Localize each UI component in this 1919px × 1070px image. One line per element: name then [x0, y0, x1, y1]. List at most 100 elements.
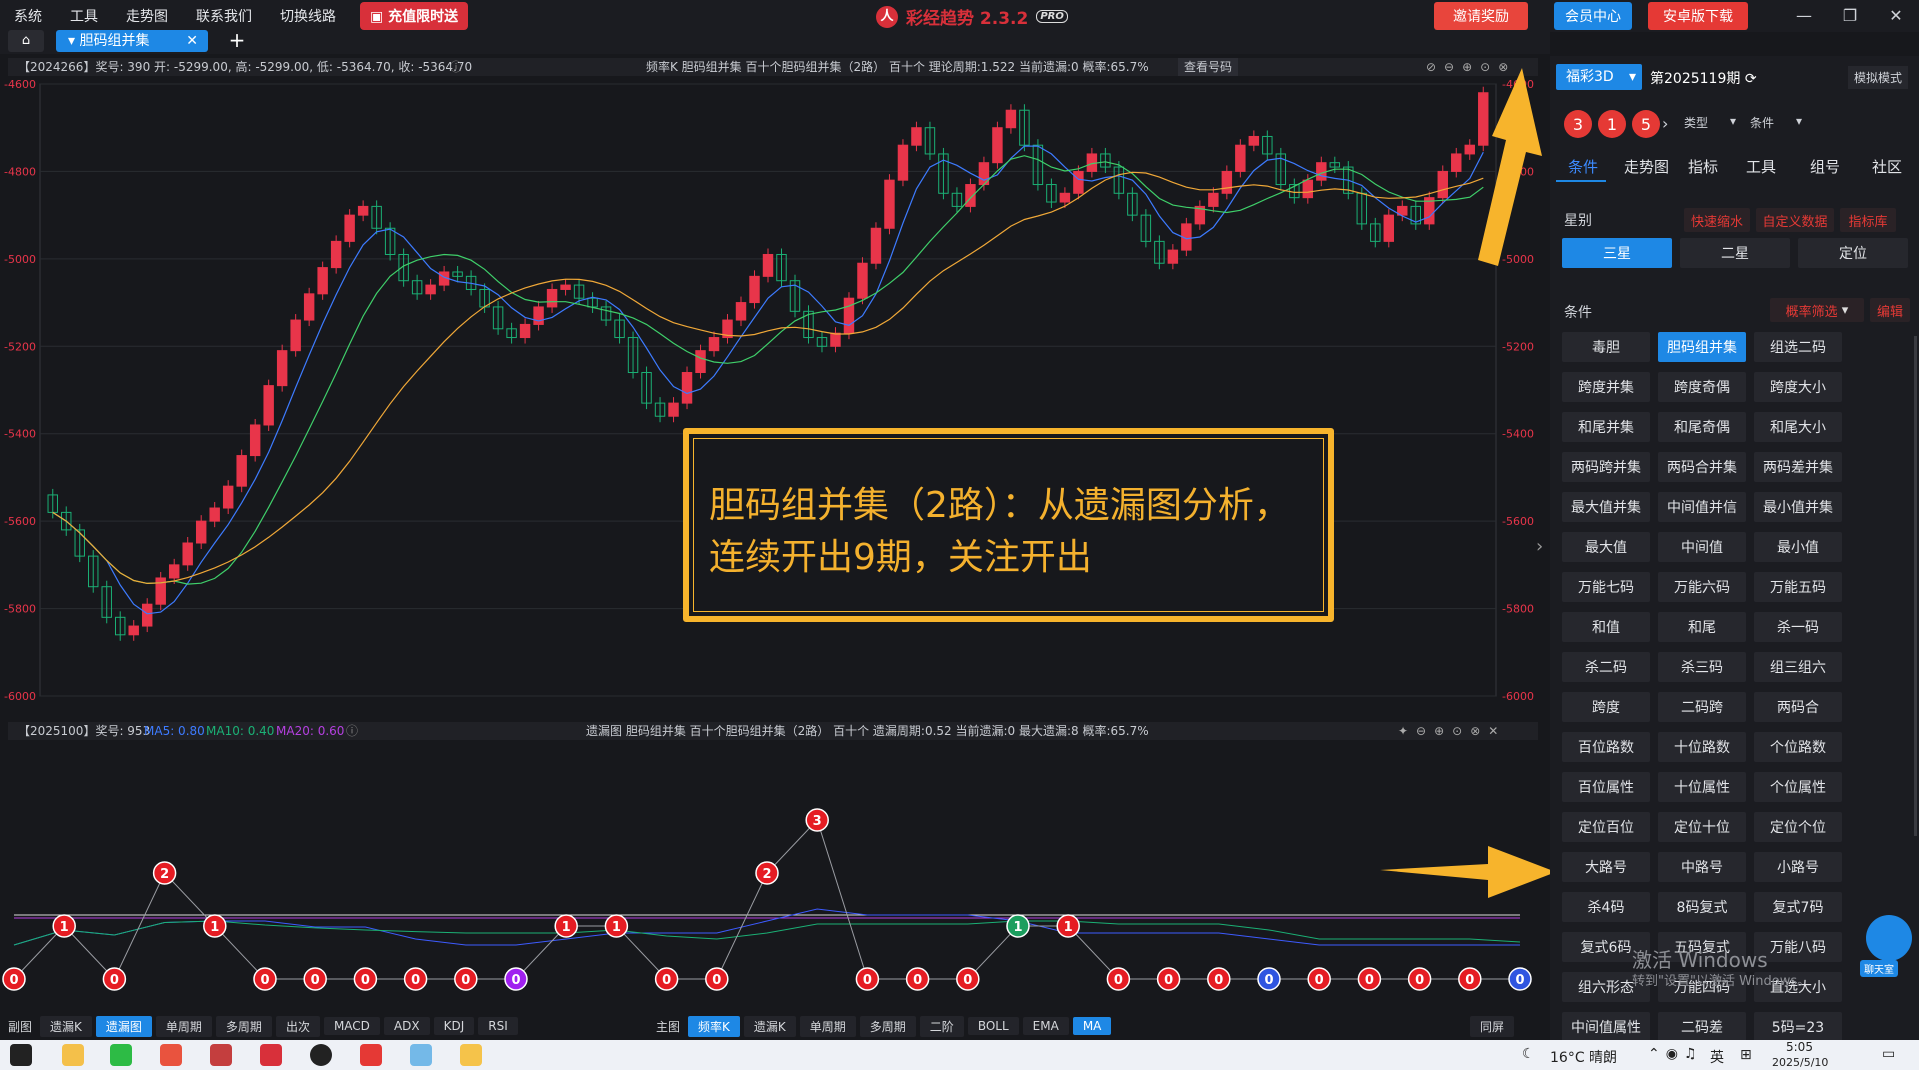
cond-btn-20[interactable]: 万能五码	[1754, 572, 1842, 602]
tab-main-4[interactable]: 二阶	[919, 1015, 964, 1037]
cond-btn-42[interactable]: 杀4码	[1562, 892, 1650, 922]
cond-btn-27[interactable]: 跨度	[1562, 692, 1650, 722]
cond-btn-52[interactable]: 二码差	[1658, 1012, 1746, 1042]
cond-btn-39[interactable]: 大路号	[1562, 852, 1650, 882]
close-window-icon[interactable]: ✕	[1884, 6, 1908, 25]
folder-icon[interactable]	[62, 1044, 84, 1066]
indicator-lib-link[interactable]: 指标库	[1840, 208, 1896, 232]
cond-btn-6[interactable]: 和尾并集	[1562, 412, 1650, 442]
add-tab-button[interactable]: +	[222, 30, 252, 52]
type-select[interactable]: 类型 ▾	[1684, 114, 1738, 131]
cond-btn-25[interactable]: 杀三码	[1658, 652, 1746, 682]
tray-icons[interactable]: ⌃◉♫	[1648, 1046, 1703, 1062]
ime-icon[interactable]: ⊞	[1740, 1047, 1752, 1063]
prob-filter-select[interactable]: 概率筛选 ▾	[1770, 298, 1864, 322]
cond-btn-8[interactable]: 和尾大小	[1754, 412, 1842, 442]
cond-btn-16[interactable]: 中间值	[1658, 532, 1746, 562]
menu-trend[interactable]: 走势图	[112, 6, 182, 26]
cond-btn-41[interactable]: 小路号	[1754, 852, 1842, 882]
star-two[interactable]: 二星	[1680, 238, 1790, 268]
cond-btn-2[interactable]: 组选二码	[1754, 332, 1842, 362]
nav-condition[interactable]: 条件	[1568, 156, 1598, 177]
cond-btn-40[interactable]: 中路号	[1658, 852, 1746, 882]
member-center-button[interactable]: 会员中心	[1554, 2, 1632, 30]
tab-sub-5[interactable]: MACD	[323, 1017, 380, 1035]
cond-btn-13[interactable]: 中间值并信	[1658, 492, 1746, 522]
quick-shrink-link[interactable]: 快速缩水	[1684, 208, 1750, 232]
same-screen-button[interactable]: 同屏	[1470, 1015, 1515, 1037]
chat-icon[interactable]	[1866, 915, 1912, 961]
tab-close-icon[interactable]: ✕	[186, 30, 198, 52]
omission-chart[interactable]: 0 1 0 2 1 0 0 0 0 0 0 1 1 0 0 2 3 0 0 0 1 1 0 0 0 0 0 0 0 0 0	[0, 745, 1540, 1015]
cond-btn-26[interactable]: 组三组六	[1754, 652, 1842, 682]
sub-help-icon[interactable]: ⓘ	[346, 722, 358, 740]
help-icon[interactable]: ⓘ	[450, 58, 462, 76]
cond-btn-22[interactable]: 和尾	[1658, 612, 1746, 642]
tab-active[interactable]: ▾ 胆码组并集 ✕	[56, 30, 208, 52]
nav-community[interactable]: 社区	[1872, 156, 1902, 177]
cond-btn-53[interactable]: 5码=23	[1754, 1012, 1842, 1042]
cond-btn-24[interactable]: 杀二码	[1562, 652, 1650, 682]
simulate-mode-button[interactable]: 模拟模式	[1848, 66, 1909, 89]
cond-btn-23[interactable]: 杀一码	[1754, 612, 1842, 642]
cond-btn-17[interactable]: 最小值	[1754, 532, 1842, 562]
sub-tool-icons[interactable]: ✦⊖⊕⊙⊗✕	[1398, 722, 1506, 740]
android-download-button[interactable]: 安卓版下载	[1648, 2, 1748, 30]
nav-group[interactable]: 组号	[1810, 156, 1840, 177]
cond-btn-36[interactable]: 定位百位	[1562, 812, 1650, 842]
menu-tools[interactable]: 工具	[56, 6, 112, 26]
tab-main-0[interactable]: 频率K	[688, 1015, 740, 1037]
scrollbar[interactable]	[1914, 336, 1917, 836]
caijing-app-icon[interactable]	[260, 1044, 282, 1066]
cond-btn-28[interactable]: 二码跨	[1658, 692, 1746, 722]
cond-btn-7[interactable]: 和尾奇偶	[1658, 412, 1746, 442]
notification-icon[interactable]: ▭	[1882, 1046, 1895, 1062]
tab-sub-7[interactable]: KDJ	[433, 1017, 475, 1035]
tab-main-3[interactable]: 多周期	[859, 1015, 916, 1037]
nav-indicator[interactable]: 指标	[1688, 156, 1718, 177]
view-numbers-link[interactable]: 查看号码	[1178, 58, 1239, 76]
invite-button[interactable]: 邀请奖励	[1434, 2, 1528, 30]
cond-btn-38[interactable]: 定位个位	[1754, 812, 1842, 842]
tab-main-5[interactable]: BOLL	[967, 1017, 1019, 1035]
cond-btn-44[interactable]: 复式7码	[1754, 892, 1842, 922]
minimize-icon[interactable]: —	[1792, 6, 1816, 25]
cond-btn-29[interactable]: 两码合	[1754, 692, 1842, 722]
nav-trend[interactable]: 走势图	[1624, 156, 1669, 177]
tab-sub-1[interactable]: 遗漏图	[95, 1015, 152, 1037]
wps-icon[interactable]	[360, 1044, 382, 1066]
star-position[interactable]: 定位	[1798, 238, 1908, 268]
app2-icon[interactable]	[460, 1044, 482, 1066]
cond-btn-19[interactable]: 万能六码	[1658, 572, 1746, 602]
collapse-panel-icon[interactable]: ›	[1536, 536, 1543, 557]
tab-sub-6[interactable]: ADX	[383, 1017, 430, 1035]
cond-btn-12[interactable]: 最大值并集	[1562, 492, 1650, 522]
tab-sub-0[interactable]: 遗漏K	[40, 1015, 92, 1037]
cond-btn-43[interactable]: 8码复式	[1658, 892, 1746, 922]
next-arrow-icon[interactable]: ›	[1662, 114, 1668, 133]
tab-sub-8[interactable]: RSI	[478, 1017, 518, 1035]
tab-main-2[interactable]: 单周期	[799, 1015, 856, 1037]
cond-btn-33[interactable]: 百位属性	[1562, 772, 1650, 802]
cond-btn-18[interactable]: 万能七码	[1562, 572, 1650, 602]
windows-start-icon[interactable]	[10, 1044, 32, 1066]
tab-main-6[interactable]: EMA	[1022, 1017, 1069, 1035]
cond-btn-15[interactable]: 最大值	[1562, 532, 1650, 562]
cond-btn-5[interactable]: 跨度大小	[1754, 372, 1842, 402]
edit-link[interactable]: 编辑	[1870, 298, 1910, 322]
cond-btn-10[interactable]: 两码合并集	[1658, 452, 1746, 482]
cond-btn-14[interactable]: 最小值并集	[1754, 492, 1842, 522]
cond-btn-35[interactable]: 个位属性	[1754, 772, 1842, 802]
cond-btn-11[interactable]: 两码差并集	[1754, 452, 1842, 482]
home-tab[interactable]: ⌂	[8, 30, 44, 52]
refresh-icon[interactable]: ⟳	[1745, 71, 1757, 87]
lang-indicator[interactable]: 英	[1710, 1047, 1724, 1067]
tab-sub-2[interactable]: 单周期	[155, 1015, 212, 1037]
menu-system[interactable]: 系统	[0, 6, 56, 26]
files-icon[interactable]	[410, 1044, 432, 1066]
custom-data-link[interactable]: 自定义数据	[1756, 208, 1834, 232]
app1-icon[interactable]	[210, 1044, 232, 1066]
cond-btn-9[interactable]: 两码跨并集	[1562, 452, 1650, 482]
cond-btn-34[interactable]: 十位属性	[1658, 772, 1746, 802]
star-three[interactable]: 三星	[1562, 238, 1672, 268]
